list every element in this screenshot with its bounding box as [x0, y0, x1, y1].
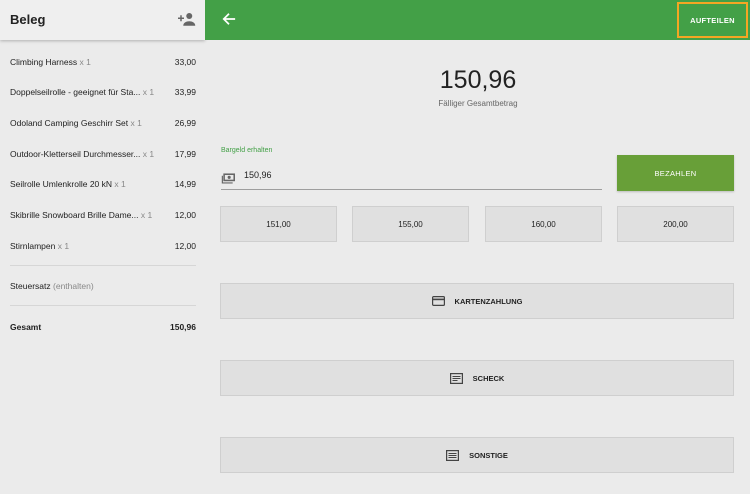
- receipt-item[interactable]: Stirnlampen x 1 12,00: [10, 241, 196, 257]
- other-payment-button[interactable]: SONSTIGE: [220, 437, 734, 473]
- item-price: 33,99: [174, 87, 196, 97]
- item-price: 17,99: [174, 149, 196, 159]
- other-doc-icon: [446, 449, 460, 461]
- receipt-item[interactable]: Outdoor-Kletterseil Durchmesser... x 1 1…: [10, 149, 196, 165]
- receipt-item[interactable]: Seilrolle Umlenkrolle 20 kN x 1 14,99: [10, 179, 196, 195]
- item-qty: x 1: [142, 149, 155, 159]
- receipt-title: Beleg: [10, 12, 46, 27]
- quick-amount-button[interactable]: 160,00: [485, 206, 602, 242]
- item-qty: x 1: [142, 87, 155, 97]
- arrow-left-icon[interactable]: [222, 12, 236, 26]
- check-payment-button[interactable]: SCHECK: [220, 360, 734, 396]
- receipt-item[interactable]: Skibrille Snowboard Brille Dame... x 1 1…: [10, 210, 196, 226]
- tax-row: Steuersatz (enthalten): [10, 281, 94, 291]
- item-name: Stirnlampen: [10, 241, 56, 251]
- check-doc-icon: [449, 372, 463, 384]
- other-payment-label: SONSTIGE: [469, 450, 508, 460]
- item-price: 12,00: [174, 241, 196, 251]
- tax-note: (enthalten): [53, 281, 94, 291]
- receipt-panel: Beleg Climbing Harness x 1 33,00 Doppels…: [0, 0, 205, 494]
- total-value: 150,96: [170, 322, 196, 332]
- tax-label: Steuersatz: [10, 281, 51, 291]
- top-app-bar: [205, 0, 750, 40]
- cash-icon: [221, 173, 235, 184]
- quick-amount-button[interactable]: 155,00: [352, 206, 469, 242]
- item-name: Doppelseilrolle - geeignet für Sta...: [10, 87, 141, 97]
- quick-amount-button[interactable]: 200,00: [617, 206, 734, 242]
- item-name: Outdoor-Kletterseil Durchmesser...: [10, 149, 141, 159]
- receipt-item[interactable]: Doppelseilrolle - geeignet für Sta... x …: [10, 87, 196, 103]
- amount-due: 150,96: [439, 66, 517, 94]
- credit-card-icon: [431, 296, 445, 306]
- receipt-item[interactable]: Climbing Harness x 1 33,00: [10, 57, 196, 73]
- amount-due-caption: Fälliger Gesamtbetrag: [438, 99, 518, 108]
- item-name: Climbing Harness: [10, 57, 78, 67]
- item-qty: x 1: [79, 57, 91, 67]
- item-qty: x 1: [130, 118, 142, 128]
- divider: [10, 305, 196, 306]
- cash-received-label: Bargeld erhalten: [221, 147, 273, 154]
- item-name: Skibrille Snowboard Brille Dame...: [10, 210, 139, 220]
- divider: [10, 265, 196, 266]
- pos-payment-screen: Beleg Climbing Harness x 1 33,00 Doppels…: [0, 0, 750, 494]
- split-button[interactable]: AUFTEILEN: [677, 2, 748, 38]
- add-person-icon[interactable]: [178, 11, 196, 27]
- item-price: 26,99: [174, 118, 196, 128]
- receipt-item[interactable]: Odoland Camping Geschirr Set x 1 26,99: [10, 118, 196, 134]
- check-payment-label: SCHECK: [472, 373, 505, 383]
- total-label: Gesamt: [10, 322, 42, 332]
- item-qty: x 1: [57, 241, 70, 251]
- card-payment-label: KARTENZAHLUNG: [454, 296, 523, 306]
- card-payment-button[interactable]: KARTENZAHLUNG: [220, 283, 734, 319]
- item-price: 12,00: [174, 210, 196, 220]
- item-name: Seilrolle Umlenkrolle 20 kN: [10, 179, 113, 189]
- quick-amount-button[interactable]: 151,00: [220, 206, 337, 242]
- receipt-header: Beleg: [0, 0, 205, 40]
- item-name: Odoland Camping Geschirr Set: [10, 118, 129, 128]
- cash-received-field[interactable]: [221, 165, 602, 190]
- item-price: 14,99: [174, 179, 196, 189]
- cash-received-input[interactable]: [244, 170, 584, 180]
- item-price: 33,00: [174, 57, 196, 67]
- pay-button[interactable]: BEZAHLEN: [617, 155, 734, 191]
- item-qty: x 1: [114, 179, 126, 189]
- item-qty: x 1: [140, 210, 153, 220]
